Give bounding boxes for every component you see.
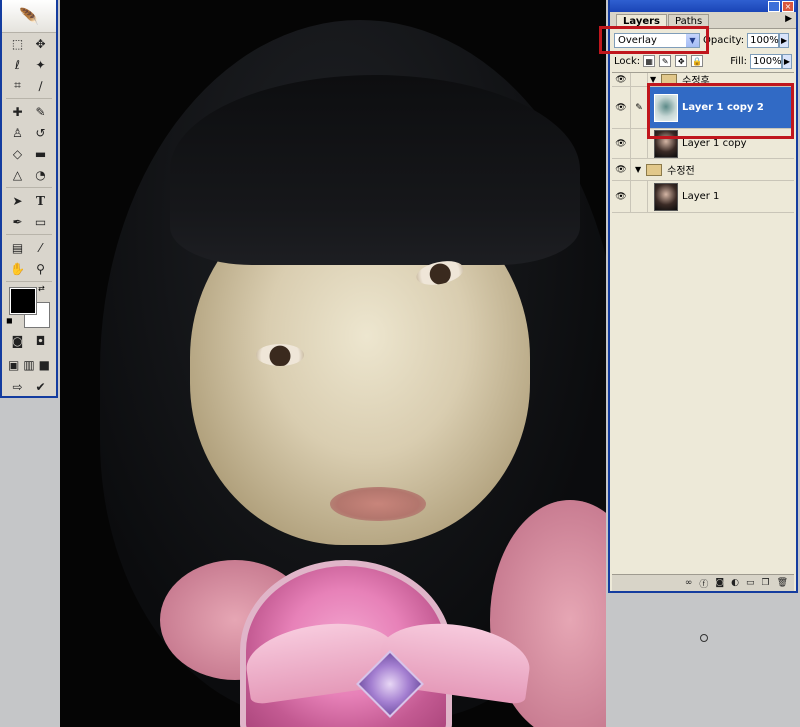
path-select-icon[interactable]: ➤ — [8, 191, 28, 210]
eraser-icon[interactable]: ◇ — [8, 144, 28, 163]
close-button[interactable]: × — [782, 1, 794, 12]
layers-bottom-bar: ∞ ⓕ ◙ ◐ ▭ ❐ 🗑 — [612, 574, 794, 591]
visibility-eye-icon[interactable]: 👁 — [612, 129, 631, 158]
visibility-eye-icon[interactable]: 👁 — [612, 73, 631, 86]
brush-icon[interactable]: ✎ — [31, 102, 51, 121]
highlight-selected-layer — [647, 83, 794, 139]
color-swatches: ⇄ ◼ — [2, 284, 56, 328]
lock-label: Lock: — [614, 55, 641, 67]
blur-icon[interactable]: △ — [8, 165, 28, 184]
layer-thumbnail — [654, 182, 678, 211]
fill-field[interactable]: 100% — [750, 53, 782, 69]
pen-icon[interactable]: ✒ — [8, 212, 28, 231]
panel-menu-arrow-icon[interactable]: ▶ — [785, 14, 792, 24]
magic-wand-icon[interactable]: ✦ — [31, 55, 51, 74]
layers-list: 👁 ▼ 수정후 👁 ✎ Layer 1 copy 2 👁 Layer 1 cop… — [612, 72, 794, 575]
layer-name: Layer 1 copy — [682, 138, 747, 149]
link-icon[interactable]: ∞ — [685, 578, 693, 588]
toolbox-separator — [6, 187, 52, 188]
visibility-eye-icon[interactable]: 👁 — [612, 159, 631, 180]
group-name: 수정전 — [667, 166, 695, 177]
stamp-icon[interactable]: ♙ — [8, 123, 28, 142]
zoom-icon[interactable]: ⚲ — [31, 259, 51, 278]
trash-icon[interactable]: 🗑 — [777, 578, 788, 588]
lock-all-icon[interactable]: 🔒 — [691, 55, 704, 67]
opacity-field[interactable]: 100% — [747, 32, 780, 48]
screen-mode-full-icon[interactable]: ■ — [37, 356, 52, 375]
eye-left — [256, 344, 304, 366]
layer-name: Layer 1 — [682, 191, 720, 202]
lock-pixels-icon[interactable]: ✎ — [659, 55, 672, 67]
history-brush-icon[interactable]: ↺ — [31, 123, 51, 142]
fill-slider-arrow-icon[interactable]: ▶ — [782, 53, 792, 69]
mask-icon[interactable]: ◙ — [715, 578, 724, 588]
screen-mode-full-menu-icon[interactable]: ▥ — [21, 356, 36, 375]
brush-active-icon[interactable]: ✎ — [631, 87, 648, 128]
toolbox-separator — [6, 234, 52, 235]
default-colors-icon[interactable]: ◼ — [6, 316, 13, 325]
slice-icon[interactable]: ∕ — [31, 76, 51, 95]
link-cell[interactable] — [631, 129, 648, 158]
toolbox: 🪶 ⬚ ✥ ℓ ✦ ⌗ ∕ ✚ ✎ ♙ ↺ ◇ ▬ △ ◔ ➤ T ✒ ▭ ▤ ⁄ ✋ ⚲ ⇄ ◼ ◙… — [0, 0, 58, 398]
marquee-icon[interactable]: ⬚ — [8, 34, 28, 53]
imageready-icon[interactable]: ✔ — [31, 378, 51, 397]
lock-row: Lock: ▦ ✎ ✥ 🔒 Fill: 100% ▶ — [614, 53, 792, 69]
expand-triangle-icon[interactable]: ▼ — [635, 165, 641, 174]
screen-mode-standard-icon[interactable]: ▣ — [6, 356, 21, 375]
feather-logo-icon: 🪶 — [2, 0, 56, 33]
link-cell[interactable] — [631, 181, 648, 212]
healing-icon[interactable]: ✚ — [8, 102, 28, 121]
opacity-slider-arrow-icon[interactable]: ▶ — [779, 32, 790, 48]
foreground-color-swatch[interactable] — [9, 287, 37, 315]
adjustment-icon[interactable]: ◐ — [731, 578, 739, 588]
toolbox-separator — [6, 98, 52, 99]
lock-position-icon[interactable]: ✥ — [675, 55, 688, 67]
bangs — [170, 75, 580, 265]
gradient-icon[interactable]: ▬ — [31, 144, 51, 163]
visibility-eye-icon[interactable]: 👁 — [612, 87, 631, 128]
folder-icon[interactable]: ▭ — [746, 578, 755, 588]
lips — [330, 487, 426, 521]
opacity-label: Opacity: — [703, 34, 745, 46]
shape-icon[interactable]: ▭ — [31, 212, 51, 231]
toolbox-separator — [6, 281, 52, 282]
layer-group-before[interactable]: 👁 ▼ 수정전 — [612, 159, 794, 181]
lock-transparency-icon[interactable]: ▦ — [643, 55, 656, 67]
standard-mode-icon[interactable]: ◙ — [8, 332, 28, 351]
folder-icon — [646, 163, 663, 176]
crop-icon[interactable]: ⌗ — [8, 76, 28, 95]
minimize-button[interactable] — [768, 1, 780, 12]
visibility-eye-icon[interactable]: 👁 — [612, 181, 631, 212]
photo-canvas[interactable] — [60, 0, 606, 727]
link-cell[interactable] — [631, 73, 648, 86]
fx-icon[interactable]: ⓕ — [699, 577, 708, 590]
jump-to-imageready-icon[interactable]: ⇨ — [8, 378, 28, 397]
new-layer-icon[interactable]: ❐ — [761, 578, 769, 588]
panel-titlebar: × — [610, 0, 796, 12]
type-icon[interactable]: T — [31, 191, 51, 210]
hand-icon[interactable]: ✋ — [8, 259, 28, 278]
quick-mask-icon[interactable]: ◘ — [31, 332, 51, 351]
dodge-icon[interactable]: ◔ — [31, 165, 51, 184]
notes-icon[interactable]: ▤ — [8, 238, 28, 257]
highlight-blend-mode — [599, 26, 709, 54]
fill-label: Fill: — [730, 55, 747, 67]
eyedropper-icon[interactable]: ⁄ — [31, 238, 51, 257]
lasso-icon[interactable]: ℓ — [8, 55, 28, 74]
swap-colors-icon[interactable]: ⇄ — [38, 284, 45, 293]
layer-row[interactable]: 👁 Layer 1 — [612, 181, 794, 213]
mouse-cursor-icon — [700, 634, 708, 642]
move-icon[interactable]: ✥ — [31, 34, 51, 53]
